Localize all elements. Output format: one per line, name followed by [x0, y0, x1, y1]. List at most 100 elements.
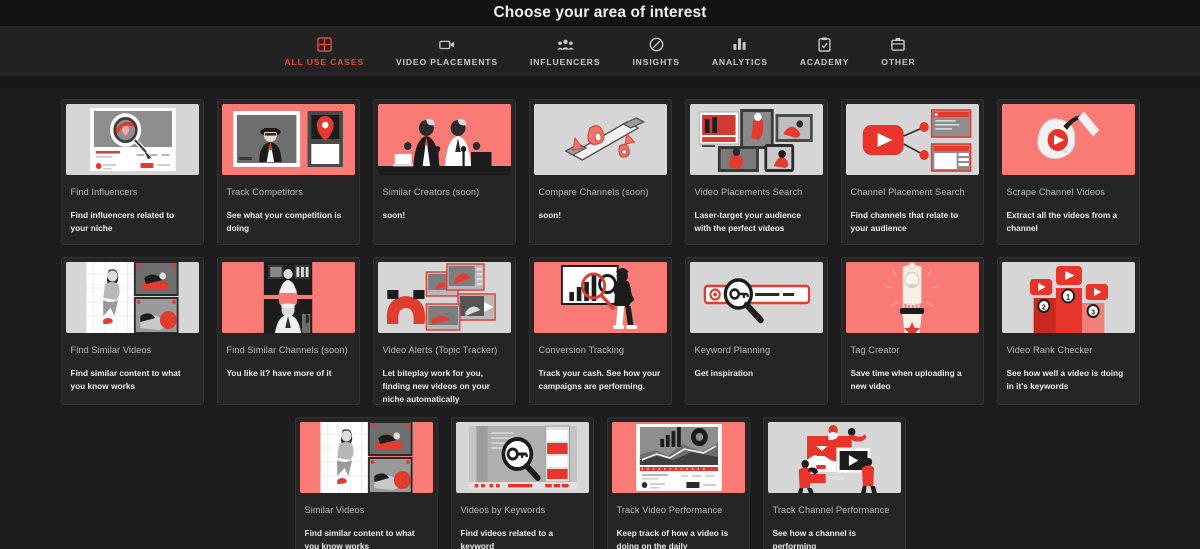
card-thumbnail: [611, 422, 745, 493]
card-thumbnail: [533, 262, 667, 333]
card-thumbnail: [689, 104, 823, 175]
card-title: Track Competitors: [226, 187, 303, 197]
nav-item-video-placements[interactable]: VIDEO PLACEMENTS: [380, 36, 514, 67]
card-thumbnail: [689, 262, 823, 333]
card-title: Find Similar Videos: [70, 345, 152, 355]
card-title: Compare Channels (soon): [538, 187, 649, 197]
card-description: See what your competition is doing: [226, 210, 342, 233]
clipboard-check-icon: [818, 36, 831, 53]
card-title: Scrape Channel Videos: [1006, 187, 1105, 197]
page-title: Choose your area of interest: [493, 4, 707, 21]
card-title: Tag Creator: [850, 345, 900, 355]
card-title: Video Placements Search: [694, 187, 803, 197]
category-nav: ALL USE CASES VIDEO PLACEMENTS INFLUENCE…: [0, 26, 1200, 76]
card-find-influencers[interactable]: Find Influencers Find influencers relate…: [60, 99, 204, 245]
card-thumbnail: [845, 262, 979, 333]
nav-label: ACADEMY: [799, 56, 850, 67]
card-row-3: Similar Videos Find similar content to w…: [0, 417, 1200, 549]
card-conversion-tracking[interactable]: Conversion Tracking Track your cash. See…: [528, 257, 672, 405]
card-thumbnail: [767, 422, 901, 493]
card-track-video-performance[interactable]: Track Video Performance Keep track of ho…: [606, 417, 750, 549]
card-description: Get inspiration: [694, 368, 754, 378]
card-description: soon!: [382, 210, 406, 220]
card-title: Video Rank Checker: [1006, 345, 1093, 355]
card-title: Conversion Tracking: [538, 345, 625, 355]
bar-chart-icon: [732, 36, 747, 53]
nav-item-other[interactable]: OTHER: [865, 36, 931, 67]
card-videos-by-keywords[interactable]: Videos by Keywords Find videos related t…: [450, 417, 594, 549]
card-description: Track your cash. See how your campaigns …: [538, 368, 661, 391]
nav-item-academy[interactable]: ACADEMY: [784, 36, 865, 67]
nav-label: INFLUENCERS: [529, 56, 601, 67]
card-thumbnail: [377, 262, 511, 333]
card-title: Track Video Performance: [616, 505, 723, 515]
card-description: Find similar content to what you know wo…: [304, 528, 415, 549]
card-title: Videos by Keywords: [460, 505, 546, 515]
card-row-2: Find Similar Videos Find similar content…: [0, 257, 1200, 405]
card-track-competitors[interactable]: Track Competitors See what your competit…: [216, 99, 360, 245]
grid-icon: [316, 36, 332, 53]
card-thumbnail: [299, 422, 433, 493]
svg-text:1: 1: [1065, 293, 1070, 302]
card-track-channel-performance[interactable]: Track Channel Performance See how a chan…: [762, 417, 906, 549]
video-camera-icon: [439, 36, 455, 53]
card-thumbnail: [845, 104, 979, 175]
card-thumbnail: [65, 104, 199, 175]
card-similar-videos[interactable]: Similar Videos Find similar content to w…: [294, 417, 438, 549]
card-compare-channels[interactable]: Compare Channels (soon) soon!: [528, 99, 672, 245]
card-title: Similar Videos: [304, 505, 365, 515]
card-description: Save time when uploading a new video: [850, 368, 962, 391]
card-title: Find Similar Channels (soon): [226, 345, 348, 355]
nav-label: ANALYTICS: [711, 56, 768, 67]
card-description: Extract all the videos from a channel: [1006, 210, 1118, 233]
card-thumbnail: [533, 104, 667, 175]
card-thumbnail: [65, 262, 199, 333]
card-thumbnail: 1 2 3: [1001, 262, 1135, 333]
card-description: Find influencers related to your niche: [70, 210, 175, 233]
card-title: Track Channel Performance: [772, 505, 890, 515]
card-description: See how a channel is performing: [772, 528, 856, 549]
card-scrape-channel-videos[interactable]: Scrape Channel Videos Extract all the vi…: [996, 99, 1140, 245]
card-channel-placement-search[interactable]: Channel Placement Search Find channels t…: [840, 99, 984, 245]
card-description: See how well a video is doing in it's ke…: [1006, 368, 1124, 391]
card-tag-creator[interactable]: Tag Creator Save time when uploading a n…: [840, 257, 984, 405]
card-keyword-planning[interactable]: Keyword Planning Get inspiration: [684, 257, 828, 405]
card-video-alerts[interactable]: Video Alerts (Topic Tracker) Let bitepla…: [372, 257, 516, 405]
card-thumbnail: [221, 104, 355, 175]
svg-text:3: 3: [1091, 307, 1095, 316]
nav-item-all-use-cases[interactable]: ALL USE CASES: [268, 36, 380, 67]
card-description: Find similar content to what you know wo…: [70, 368, 181, 391]
card-title: Video Alerts (Topic Tracker): [382, 345, 498, 355]
card-title: Similar Creators (soon): [382, 187, 480, 197]
svg-text:2: 2: [1041, 302, 1045, 311]
use-case-board: Find Influencers Find influencers relate…: [0, 88, 1200, 549]
card-title: Channel Placement Search: [850, 187, 965, 197]
card-find-similar-videos[interactable]: Find Similar Videos Find similar content…: [60, 257, 204, 405]
nav-divider: [0, 76, 1200, 88]
card-thumbnail: [377, 104, 511, 175]
nav-item-influencers[interactable]: INFLUENCERS: [514, 36, 616, 67]
card-row-1: Find Influencers Find influencers relate…: [0, 88, 1200, 245]
card-similar-creators[interactable]: Similar Creators (soon) soon!: [372, 99, 516, 245]
nav-label: INSIGHTS: [632, 56, 680, 67]
card-description: Find videos related to a keyword: [460, 528, 554, 549]
card-thumbnail: [455, 422, 589, 493]
card-description: soon!: [538, 210, 562, 220]
card-video-rank-checker[interactable]: 1 2 3 Video Rank Checker See how well a …: [996, 257, 1140, 405]
card-description: You like it? have more of it: [226, 368, 332, 378]
card-thumbnail: [221, 262, 355, 333]
nav-label: OTHER: [881, 56, 916, 67]
card-description: Let biteplay work for you, finding new v…: [382, 368, 490, 404]
card-description: Find channels that relate to your audien…: [850, 210, 959, 233]
compass-icon: [649, 36, 664, 53]
card-title: Find Influencers: [70, 187, 138, 197]
card-find-similar-channels[interactable]: Find Similar Channels (soon) You like it…: [216, 257, 360, 405]
people-group-icon: [556, 36, 574, 53]
card-thumbnail: [1001, 104, 1135, 175]
card-video-placements-search[interactable]: Video Placements Search Laser-target you…: [684, 99, 828, 245]
page-header: Choose your area of interest: [0, 0, 1200, 26]
nav-item-analytics[interactable]: ANALYTICS: [696, 36, 784, 67]
card-description: Laser-target your audience with the perf…: [694, 210, 802, 233]
nav-item-insights[interactable]: INSIGHTS: [616, 36, 695, 67]
nav-label: ALL USE CASES: [284, 56, 365, 67]
